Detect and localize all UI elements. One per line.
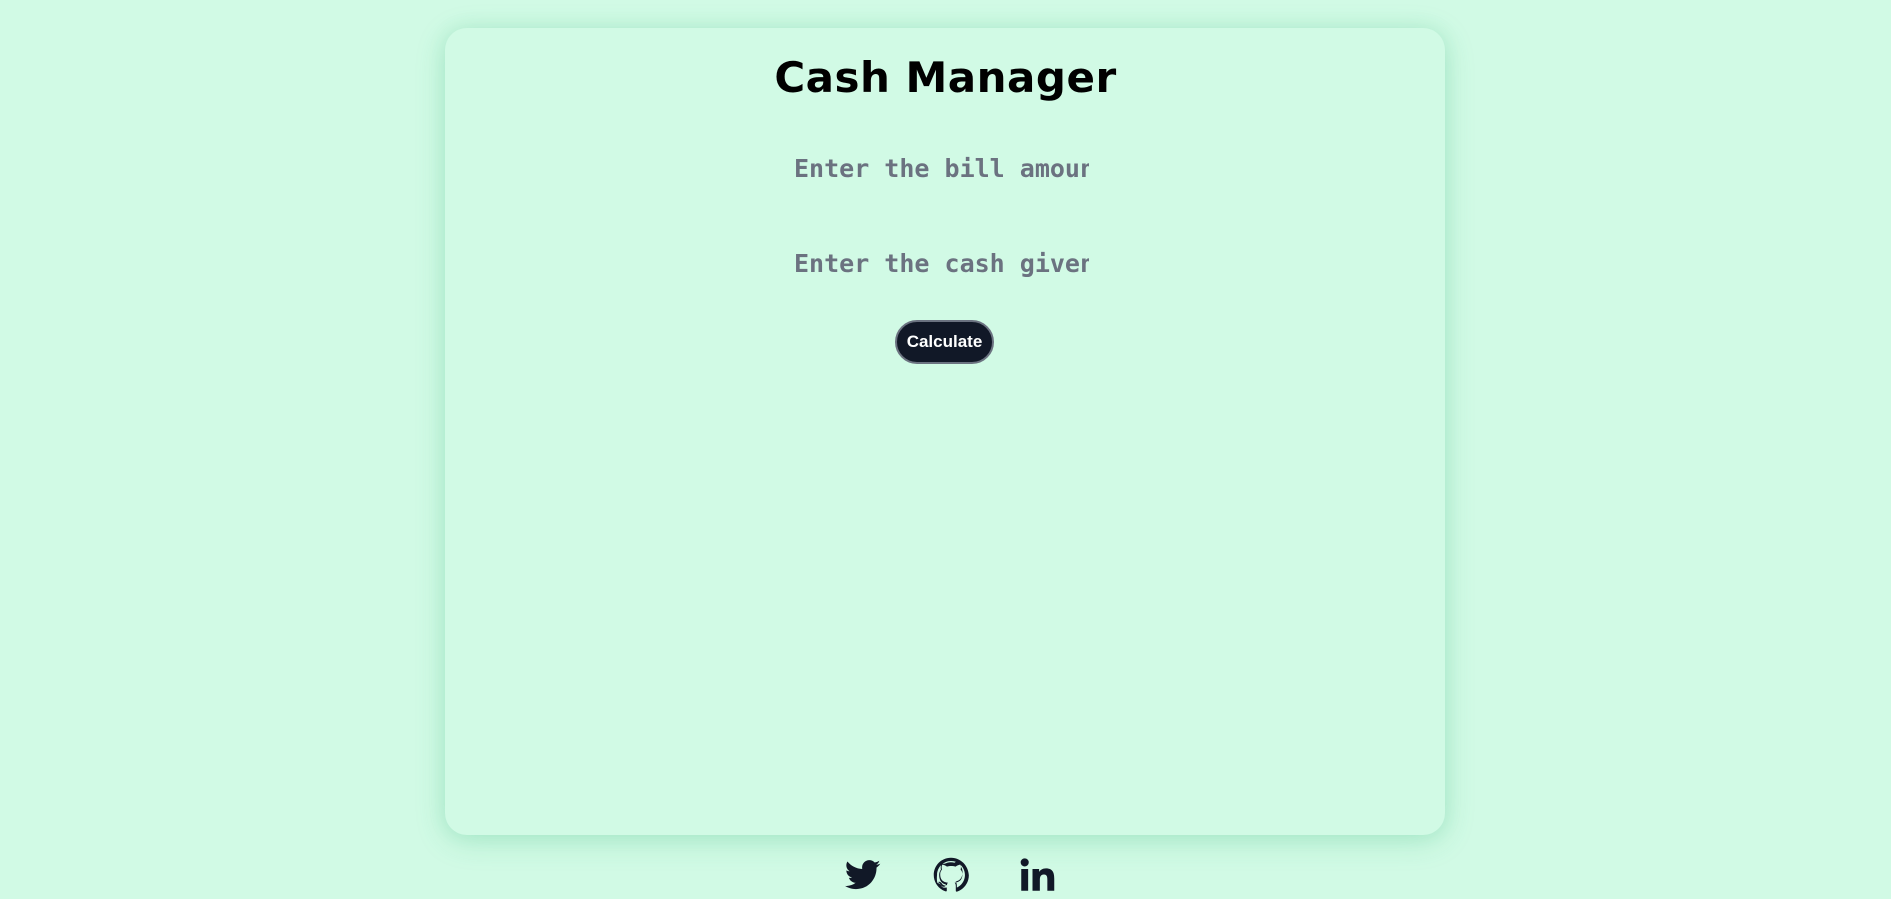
calculate-button[interactable]: Calculate (895, 320, 994, 364)
bill-amount-input[interactable] (790, 148, 1108, 188)
twitter-icon (845, 860, 881, 890)
github-link[interactable] (931, 856, 971, 894)
page-title: Cash Manager (774, 53, 1117, 102)
linkedin-icon (1020, 858, 1055, 891)
cash-given-input[interactable] (790, 243, 1108, 283)
linkedin-link[interactable] (1017, 856, 1057, 894)
github-icon (933, 857, 969, 892)
twitter-link[interactable] (843, 856, 883, 894)
